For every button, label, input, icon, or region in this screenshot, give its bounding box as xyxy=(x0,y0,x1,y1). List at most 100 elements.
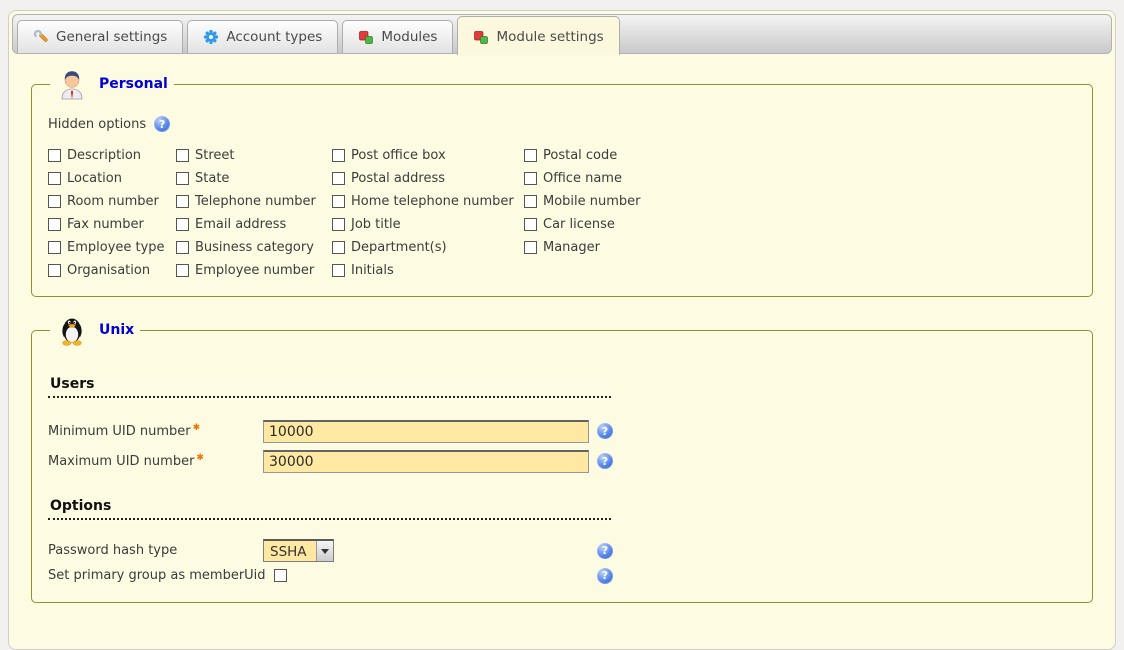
minimum-uid-row: Minimum UID number✱ xyxy=(48,416,1076,446)
hidden-option-checkbox[interactable] xyxy=(176,195,189,208)
hidden-option-item[interactable]: Fax number xyxy=(48,213,176,236)
hidden-option-checkbox[interactable] xyxy=(524,195,537,208)
hidden-option-item[interactable]: Employee number xyxy=(176,259,332,282)
minimum-uid-input[interactable] xyxy=(263,420,589,443)
settings-window: General settings Account types xyxy=(8,10,1116,650)
personal-section: Personal Hidden options Description Stree… xyxy=(31,68,1093,297)
hidden-option-label: Postal code xyxy=(543,148,617,163)
tab-label: Module settings xyxy=(496,29,603,45)
help-icon[interactable] xyxy=(154,116,170,132)
hidden-option-checkbox[interactable] xyxy=(332,172,345,185)
unix-legend: Unix xyxy=(50,314,140,346)
hidden-option-item[interactable]: Organisation xyxy=(48,259,176,282)
password-hash-value: SSHA xyxy=(264,541,316,561)
hidden-option-item[interactable]: Post office box xyxy=(332,144,524,167)
hidden-option-item[interactable]: Description xyxy=(48,144,176,167)
required-asterisk-icon: ✱ xyxy=(193,423,201,433)
hidden-option-label: Home telephone number xyxy=(351,194,514,209)
person-icon xyxy=(56,68,88,100)
hidden-option-label: Manager xyxy=(543,240,600,255)
hidden-option-item[interactable]: Employee type xyxy=(48,236,176,259)
hidden-option-item[interactable]: State xyxy=(176,167,332,190)
hidden-option-checkbox[interactable] xyxy=(176,172,189,185)
tab-modules[interactable]: Modules xyxy=(342,20,453,53)
hidden-option-item[interactable]: Mobile number xyxy=(524,190,1076,213)
hidden-option-label: Street xyxy=(195,148,235,163)
hidden-option-item[interactable]: Department(s) xyxy=(332,236,524,259)
chevron-down-icon xyxy=(316,541,333,561)
tab-bar: General settings Account types xyxy=(12,14,1112,54)
hidden-option-item[interactable]: Home telephone number xyxy=(332,190,524,213)
hidden-option-label: Car license xyxy=(543,217,615,232)
help-icon[interactable] xyxy=(597,568,613,584)
hidden-option-checkbox[interactable] xyxy=(176,241,189,254)
hidden-option-checkbox[interactable] xyxy=(48,264,61,277)
hidden-option-label: Business category xyxy=(195,240,314,255)
member-uid-checkbox[interactable] xyxy=(274,569,287,582)
hidden-option-checkbox[interactable] xyxy=(332,149,345,162)
help-icon[interactable] xyxy=(597,543,613,559)
hidden-option-label: Description xyxy=(67,148,141,163)
hidden-option-item[interactable]: Email address xyxy=(176,213,332,236)
hidden-option-item[interactable]: Car license xyxy=(524,213,1076,236)
tux-icon xyxy=(56,314,88,346)
hidden-option-checkbox[interactable] xyxy=(48,195,61,208)
minimum-uid-label: Minimum UID number✱ xyxy=(48,424,263,439)
hidden-option-item[interactable]: Street xyxy=(176,144,332,167)
uid-fields: Minimum UID number✱ Maximum UID number✱ xyxy=(48,416,1076,476)
password-hash-label: Password hash type xyxy=(48,543,263,558)
hidden-option-item[interactable]: Postal code xyxy=(524,144,1076,167)
hidden-option-label: Room number xyxy=(67,194,159,209)
hidden-option-checkbox[interactable] xyxy=(48,172,61,185)
maximum-uid-input[interactable] xyxy=(263,450,589,473)
hidden-option-label: Job title xyxy=(351,217,401,232)
hidden-option-label: Email address xyxy=(195,217,286,232)
hidden-option-checkbox[interactable] xyxy=(176,218,189,231)
users-subsection-title: Users xyxy=(48,376,611,398)
hidden-option-checkbox[interactable] xyxy=(176,264,189,277)
help-icon[interactable] xyxy=(597,423,613,439)
hidden-option-checkbox[interactable] xyxy=(332,195,345,208)
help-icon[interactable] xyxy=(597,453,613,469)
tab-label: Account types xyxy=(226,29,322,45)
hidden-option-label: Employee type xyxy=(67,240,165,255)
hidden-option-checkbox[interactable] xyxy=(48,218,61,231)
hidden-option-item[interactable]: Initials xyxy=(332,259,524,282)
hidden-option-checkbox[interactable] xyxy=(332,264,345,277)
hidden-option-checkbox[interactable] xyxy=(524,172,537,185)
maximum-uid-label: Maximum UID number✱ xyxy=(48,454,263,469)
hidden-options-label: Hidden options xyxy=(48,117,146,132)
member-uid-row: Set primary group as memberUid xyxy=(48,563,1076,588)
password-hash-row: Password hash type SSHA xyxy=(48,538,1076,563)
options-subsection-title: Options xyxy=(48,498,611,520)
hidden-option-checkbox[interactable] xyxy=(524,149,537,162)
hidden-option-item[interactable]: Room number xyxy=(48,190,176,213)
tab-module-settings[interactable]: Module settings xyxy=(457,16,619,55)
hidden-option-checkbox[interactable] xyxy=(176,149,189,162)
hidden-option-item[interactable]: Manager xyxy=(524,236,1076,259)
hidden-option-checkbox[interactable] xyxy=(48,241,61,254)
hidden-option-label: Telephone number xyxy=(195,194,316,209)
hidden-option-checkbox[interactable] xyxy=(332,218,345,231)
hidden-option-checkbox[interactable] xyxy=(48,149,61,162)
hidden-option-item[interactable]: Telephone number xyxy=(176,190,332,213)
hidden-option-label: Employee number xyxy=(195,263,314,278)
maximum-uid-row: Maximum UID number✱ xyxy=(48,446,1076,476)
hidden-option-checkbox[interactable] xyxy=(332,241,345,254)
hidden-option-label: Organisation xyxy=(67,263,150,278)
hidden-option-item[interactable]: Location xyxy=(48,167,176,190)
hidden-option-item[interactable]: Office name xyxy=(524,167,1076,190)
hidden-option-checkbox[interactable] xyxy=(524,218,537,231)
hidden-options-grid: Description Street Post office box Postal c… xyxy=(48,144,1076,282)
hidden-option-item[interactable]: Job title xyxy=(332,213,524,236)
password-hash-select[interactable]: SSHA xyxy=(263,539,334,562)
hidden-option-label: Postal address xyxy=(351,171,445,186)
tab-account-types[interactable]: Account types xyxy=(187,20,338,53)
personal-legend-label: Personal xyxy=(99,76,168,92)
tab-general-settings[interactable]: General settings xyxy=(17,20,183,53)
hidden-option-item[interactable]: Postal address xyxy=(332,167,524,190)
personal-legend: Personal xyxy=(50,68,174,100)
hidden-option-item[interactable]: Business category xyxy=(176,236,332,259)
hidden-option-checkbox[interactable] xyxy=(524,241,537,254)
hidden-option-label: Office name xyxy=(543,171,622,186)
